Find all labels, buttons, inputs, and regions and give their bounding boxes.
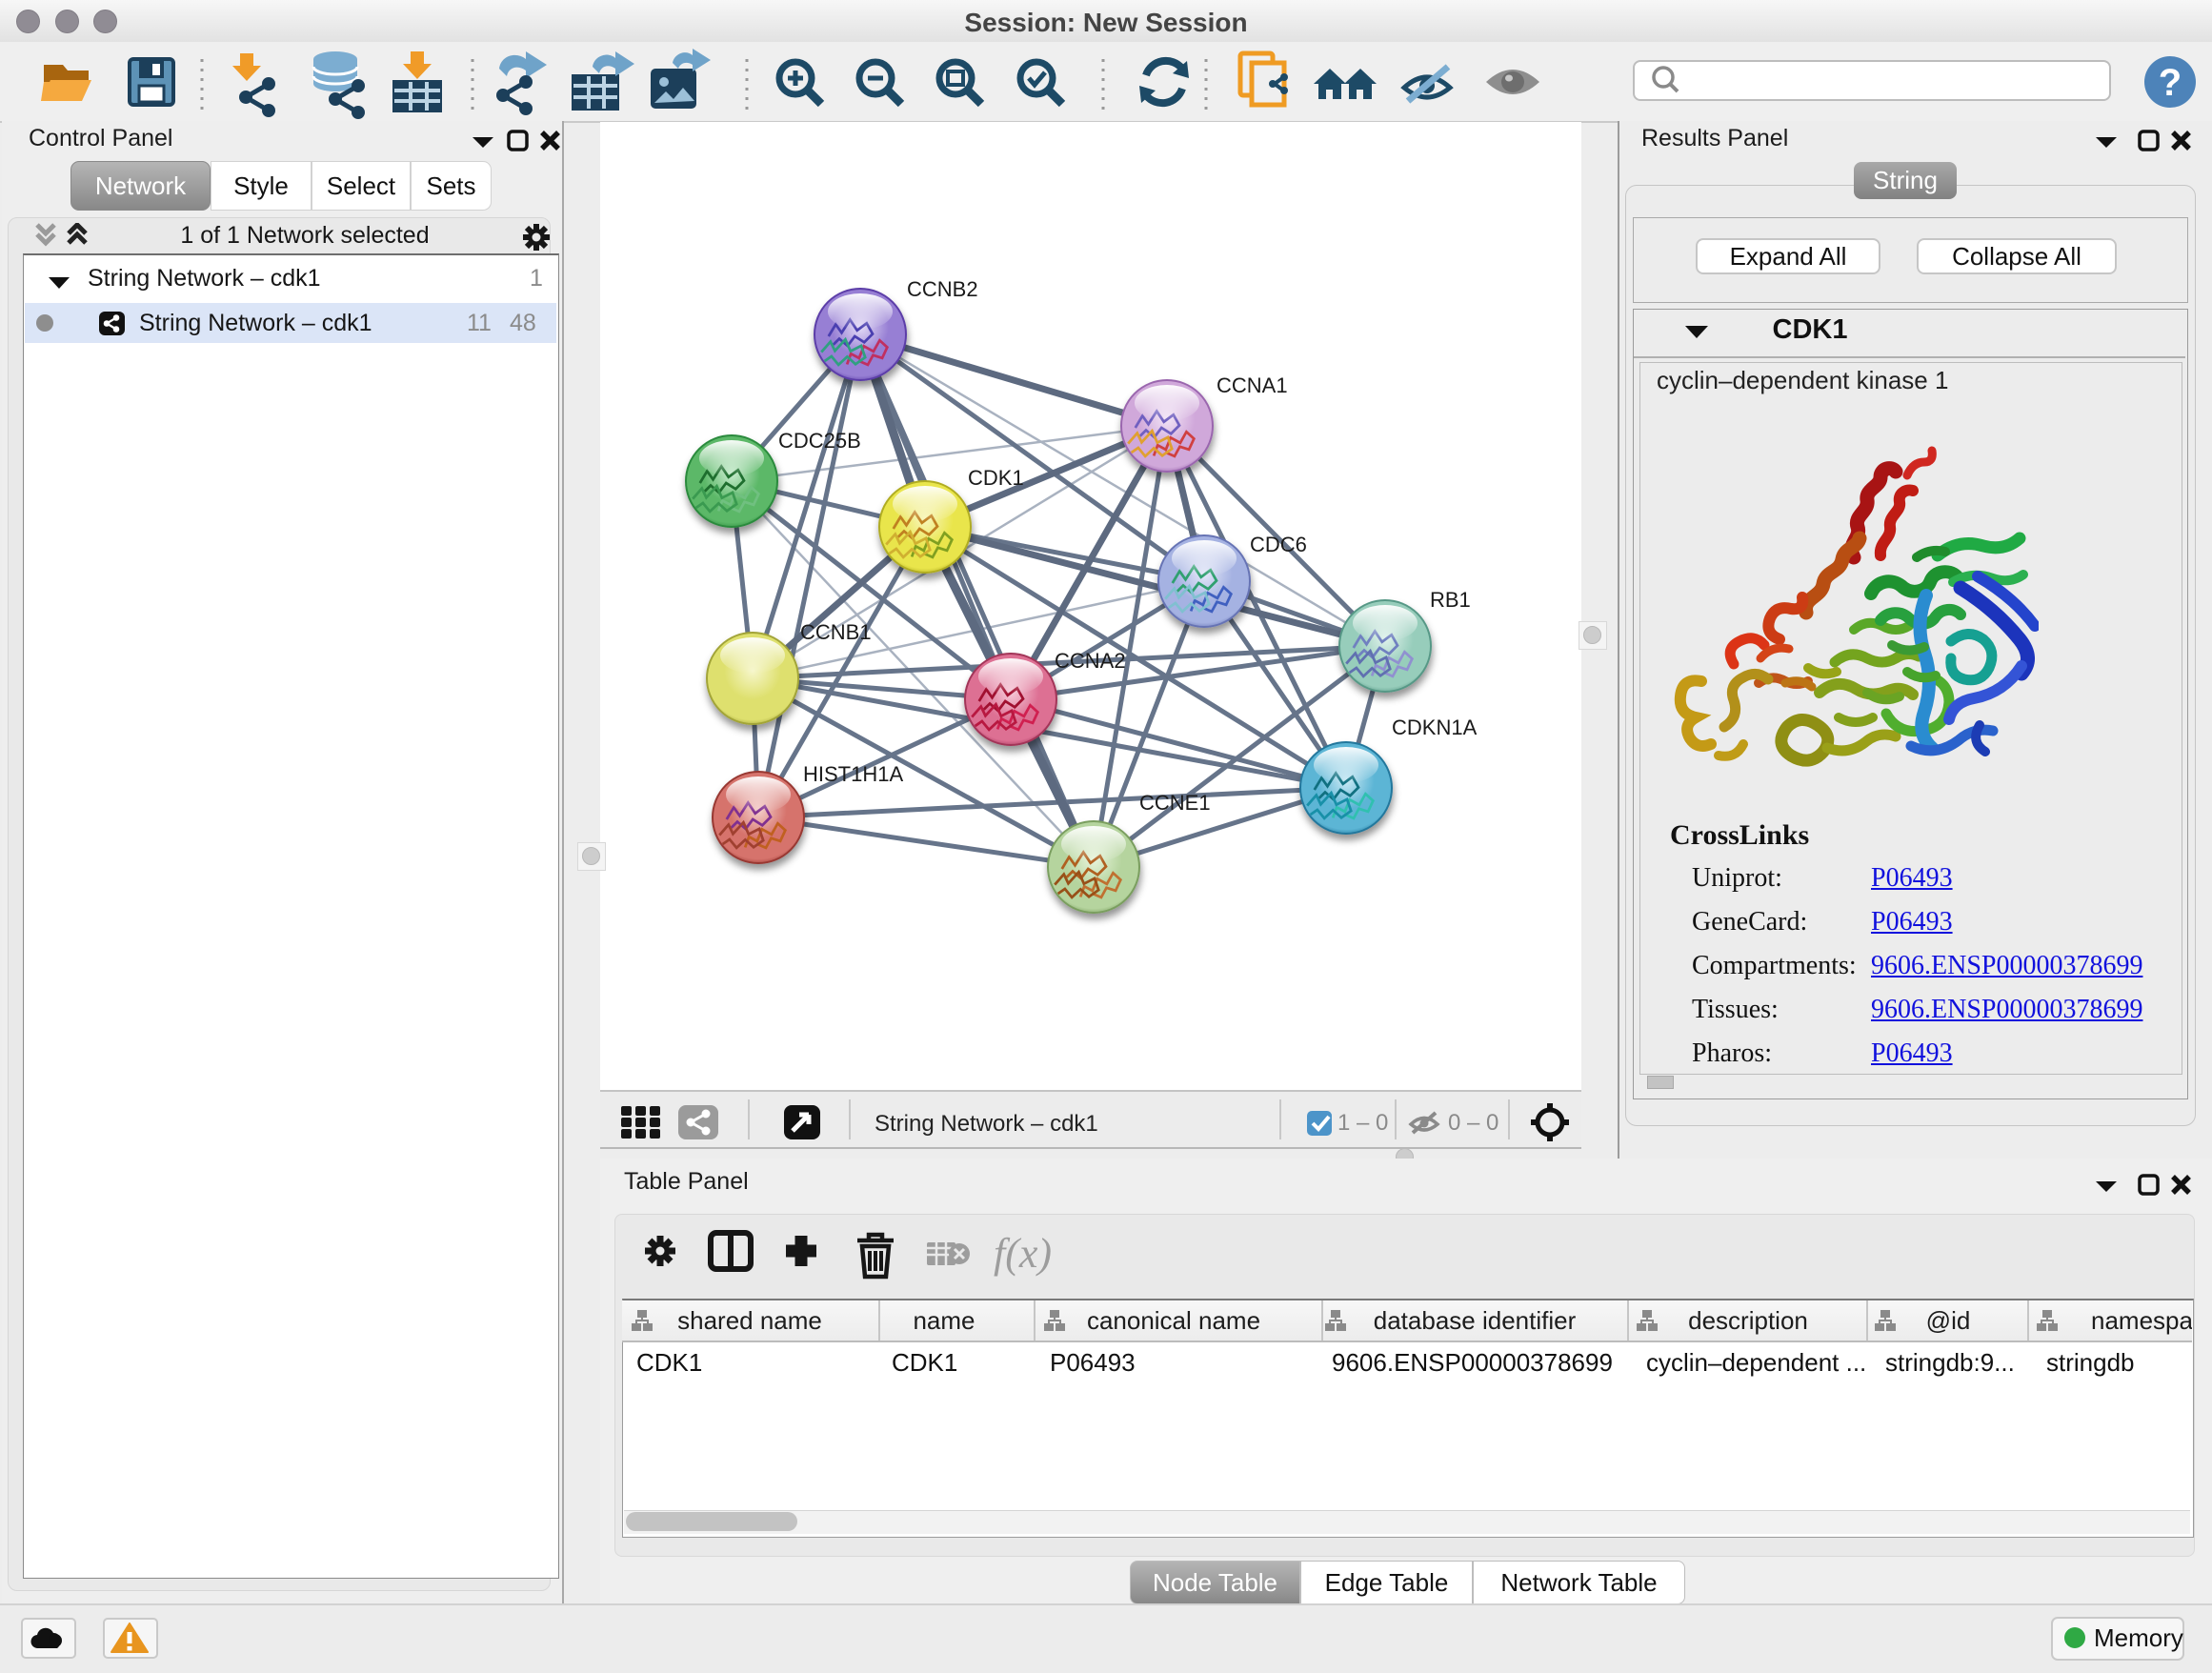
svg-text:description: description: [1688, 1306, 1808, 1335]
svg-text:?: ?: [2159, 62, 2182, 104]
svg-text:CDK1: CDK1: [892, 1348, 957, 1377]
svg-text:CCNE1: CCNE1: [1139, 791, 1211, 815]
svg-text:CDKN1A: CDKN1A: [1392, 716, 1478, 739]
svg-text:9606.ENSP00000378699: 9606.ENSP00000378699: [1332, 1348, 1613, 1377]
svg-text:CCNA2: CCNA2: [1055, 649, 1126, 673]
svg-text:canonical name: canonical name: [1087, 1306, 1260, 1335]
svg-text:CCNB1: CCNB1: [800, 620, 872, 644]
svg-text:CDC6: CDC6: [1250, 533, 1307, 556]
svg-text:HIST1H1A: HIST1H1A: [803, 762, 903, 786]
svg-text:CDC25B: CDC25B: [778, 429, 861, 453]
svg-text:CDK1: CDK1: [968, 466, 1024, 490]
svg-text:stringdb: stringdb: [2046, 1348, 2135, 1377]
svg-text:name: name: [913, 1306, 975, 1335]
svg-text:database identifier: database identifier: [1374, 1306, 1577, 1335]
svg-text:@id: @id: [1926, 1306, 1971, 1335]
svg-text:CCNA1: CCNA1: [1217, 373, 1288, 397]
svg-text:stringdb:9...: stringdb:9...: [1885, 1348, 2015, 1377]
svg-text:cyclin–dependent ...: cyclin–dependent ...: [1646, 1348, 1866, 1377]
svg-text:P06493: P06493: [1050, 1348, 1136, 1377]
svg-text:0 – 0: 0 – 0: [1448, 1110, 1498, 1136]
svg-text:String Network – cdk1: String Network – cdk1: [875, 1111, 1098, 1137]
svg-text:f(x): f(x): [994, 1230, 1052, 1277]
svg-text:namespace: namespace: [2091, 1306, 2192, 1335]
svg-text:RB1: RB1: [1430, 588, 1471, 612]
svg-text:CDK1: CDK1: [636, 1348, 702, 1377]
svg-text:CCNB2: CCNB2: [907, 277, 978, 301]
svg-text:shared name: shared name: [677, 1306, 822, 1335]
svg-text:1 – 0: 1 – 0: [1337, 1110, 1388, 1136]
